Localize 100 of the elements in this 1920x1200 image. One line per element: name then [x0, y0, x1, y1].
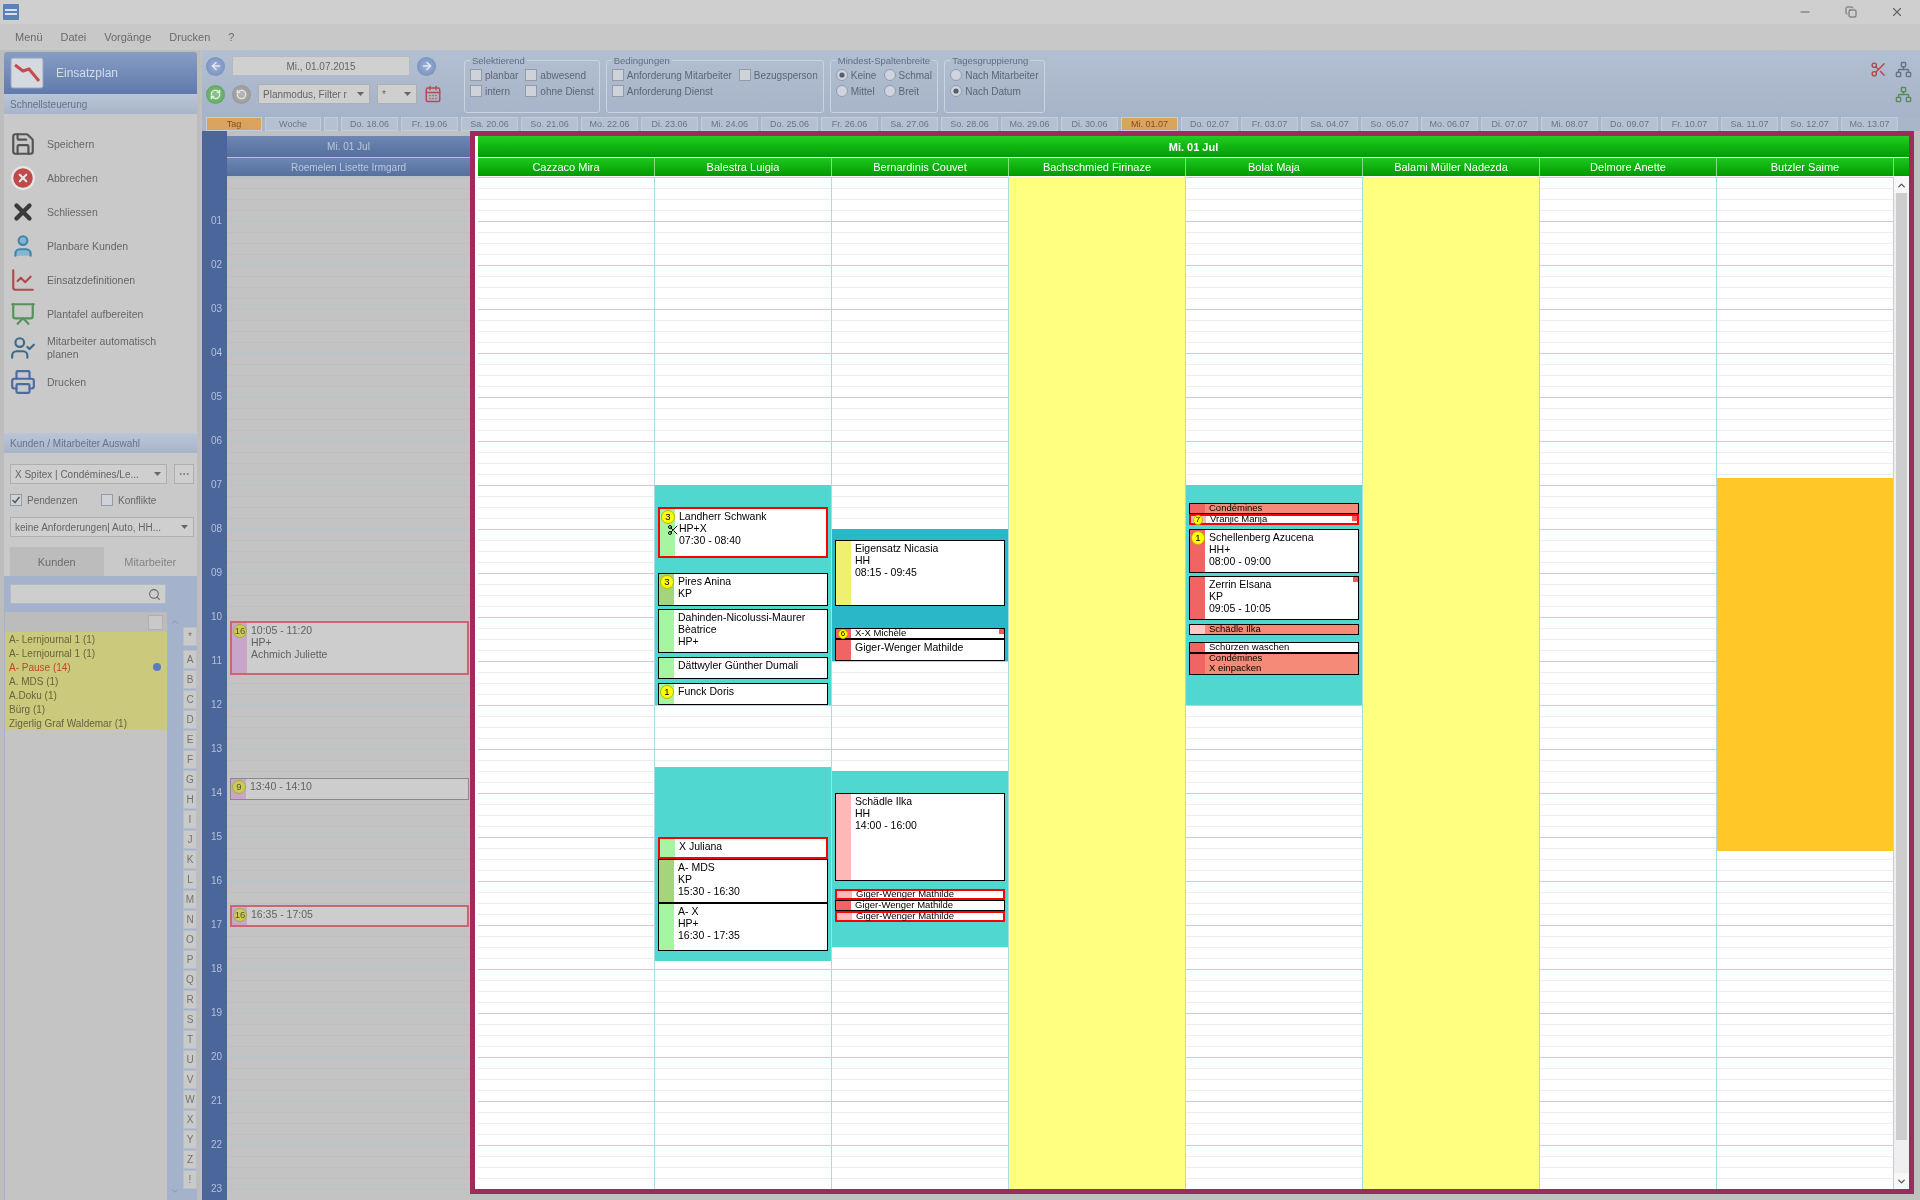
letter-button[interactable]: W — [183, 1090, 197, 1109]
action-button[interactable]: Einsatzdefinitionen — [10, 263, 136, 297]
letter-button[interactable]: U — [183, 1050, 197, 1069]
list-item[interactable]: A- Lernjournal 1 (1) — [5, 646, 167, 660]
view-tab[interactable]: Tag — [206, 117, 262, 131]
letter-button[interactable]: D — [183, 710, 197, 729]
radio-button[interactable] — [883, 85, 896, 97]
view-tab[interactable]: Woche — [265, 117, 321, 131]
blank-tab[interactable] — [324, 117, 338, 131]
checkbox[interactable] — [525, 85, 538, 97]
refresh-button[interactable] — [206, 84, 225, 104]
scroll-up-button[interactable] — [1894, 177, 1909, 193]
date-tab[interactable]: Fr. 19.06 — [401, 117, 458, 131]
list-item[interactable]: Bürg (1) — [5, 702, 167, 716]
date-tab[interactable]: Mi. 01.07 — [1121, 117, 1178, 131]
letter-button[interactable]: A — [183, 650, 197, 669]
appointment-card[interactable]: Dahinden-Nicolussi-Maurer Bèatrice HP+ — [658, 609, 828, 653]
checkbox[interactable] — [611, 85, 624, 97]
appointment-card[interactable]: Schürzen waschen — [1189, 642, 1359, 653]
appointment-card[interactable]: 1 Schellenberg Azucena HH+ 08:00 - 09:00 — [1189, 529, 1359, 573]
date-tab[interactable]: Mo. 13.07 — [1841, 117, 1898, 131]
letter-button[interactable]: ! — [183, 1170, 197, 1189]
checkbox[interactable] — [611, 69, 624, 81]
search-field[interactable] — [10, 584, 166, 604]
network-icon[interactable] — [1895, 86, 1912, 103]
letter-button[interactable]: T — [183, 1030, 197, 1049]
checkbox[interactable] — [470, 69, 482, 81]
calendar-icon[interactable] — [424, 85, 442, 103]
date-tab[interactable]: So. 12.07 — [1781, 117, 1838, 131]
list-item[interactable]: Zigerlig Graf Waldemar (1) — [5, 716, 167, 730]
date-field[interactable]: Mi., 01.07.2015 — [232, 56, 410, 76]
date-tab[interactable]: Mi. 08.07 — [1541, 117, 1598, 131]
letter-button[interactable]: R — [183, 990, 197, 1009]
date-tab[interactable]: Mi. 24.06 — [701, 117, 758, 131]
tab[interactable]: Mitarbeiter — [103, 547, 197, 576]
date-tab[interactable]: Do. 25.06 — [761, 117, 818, 131]
tab[interactable]: Kunden — [10, 547, 104, 576]
more-button[interactable] — [174, 464, 194, 484]
date-tab[interactable]: Di. 30.06 — [1061, 117, 1118, 131]
date-tab[interactable]: So. 05.07 — [1361, 117, 1418, 131]
appointment-card[interactable]: 16 16:35 - 17:05 — [230, 905, 469, 927]
square-button[interactable] — [148, 614, 163, 630]
mode-dropdown[interactable]: Planmodus, Filter r — [258, 84, 370, 104]
letter-button[interactable]: N — [183, 910, 197, 929]
date-tab[interactable]: Fr. 03.07 — [1241, 117, 1298, 131]
list-item[interactable]: A.Doku (1) — [5, 688, 167, 702]
date-tab[interactable]: Mo. 29.06 — [1001, 117, 1058, 131]
appointment-card[interactable]: 6 X-X Michèle — [835, 628, 1005, 639]
menu-item[interactable]: Drucken — [160, 27, 220, 47]
unit-dropdown[interactable]: X Spitex | Condémines/Le... — [10, 464, 167, 484]
scroll-down-button[interactable] — [1894, 1173, 1909, 1189]
menu-item[interactable]: Vorgänge — [95, 27, 161, 47]
list-item[interactable]: A- Lernjournal 1 (1) — [5, 632, 167, 646]
action-button[interactable]: Planbare Kunden — [10, 229, 129, 263]
reset-button[interactable] — [232, 84, 251, 104]
date-tab[interactable]: Sa. 20.06 — [461, 117, 518, 131]
appointment-card[interactable]: Eigensatz Nicasia HH 08:15 - 09:45 — [835, 540, 1005, 606]
appointment-card[interactable]: Schädle Ilka — [1189, 624, 1359, 635]
letter-button[interactable]: H — [183, 790, 197, 809]
checkbox[interactable] — [470, 85, 482, 97]
letter-button[interactable]: M — [183, 890, 197, 909]
checkbox[interactable] — [101, 494, 113, 506]
date-tab[interactable]: Do. 18.06 — [341, 117, 398, 131]
checkbox[interactable] — [525, 69, 538, 81]
previous-day-button[interactable] — [206, 56, 225, 76]
letter-button[interactable]: B — [183, 670, 197, 689]
date-tab[interactable]: So. 28.06 — [941, 117, 998, 131]
date-tab[interactable]: Fr. 26.06 — [821, 117, 878, 131]
appointment-card[interactable]: Condémines X einpacken — [1189, 653, 1359, 675]
radio-button[interactable] — [883, 69, 896, 81]
appointment-card[interactable]: 3 Pires Anina KP — [658, 573, 828, 606]
appointment-card[interactable]: Condémines — [1189, 503, 1359, 514]
letter-button[interactable]: G — [183, 770, 197, 789]
date-tab[interactable]: Do. 02.07 — [1181, 117, 1238, 131]
letter-button[interactable]: P — [183, 950, 197, 969]
action-button[interactable]: Speichern — [10, 127, 95, 161]
date-tab[interactable]: Di. 07.07 — [1481, 117, 1538, 131]
date-tab[interactable]: Sa. 11.07 — [1721, 117, 1778, 131]
date-tab[interactable]: So. 21.06 — [521, 117, 578, 131]
appointment-card[interactable]: Giger-Wenger Mathilde — [835, 639, 1005, 661]
appointment-card[interactable]: Schädle Ilka HH 14:00 - 16:00 — [835, 793, 1005, 881]
letter-button[interactable]: Y — [183, 1130, 197, 1149]
list-item[interactable]: A- Pause (14) — [5, 660, 167, 674]
scrollbar-thumb[interactable] — [1896, 193, 1907, 1140]
list-item[interactable]: A. MDS (1) — [5, 674, 167, 688]
menu-item[interactable]: Datei — [51, 27, 96, 47]
appointment-card[interactable]: A- MDS KP 15:30 - 16:30 — [658, 859, 828, 903]
letter-button[interactable]: * — [183, 627, 197, 646]
network-icon[interactable] — [1895, 61, 1912, 78]
date-tab[interactable]: Mo. 22.06 — [581, 117, 638, 131]
appointment-card[interactable]: A- X HP+ 16:30 - 17:35 — [658, 903, 828, 951]
radio-button[interactable] — [950, 69, 963, 81]
letter-button[interactable]: V — [183, 1070, 197, 1089]
appointment-card[interactable]: Dättwyler Günther Dumali — [658, 657, 828, 679]
menu-item[interactable]: Menü — [6, 27, 52, 47]
action-button[interactable]: Plantafel aufbereiten — [10, 297, 144, 331]
letter-button[interactable]: L — [183, 870, 197, 889]
letter-button[interactable]: E — [183, 730, 197, 749]
action-button[interactable]: Drucken — [10, 365, 87, 399]
scrollbar[interactable] — [1894, 177, 1909, 1189]
